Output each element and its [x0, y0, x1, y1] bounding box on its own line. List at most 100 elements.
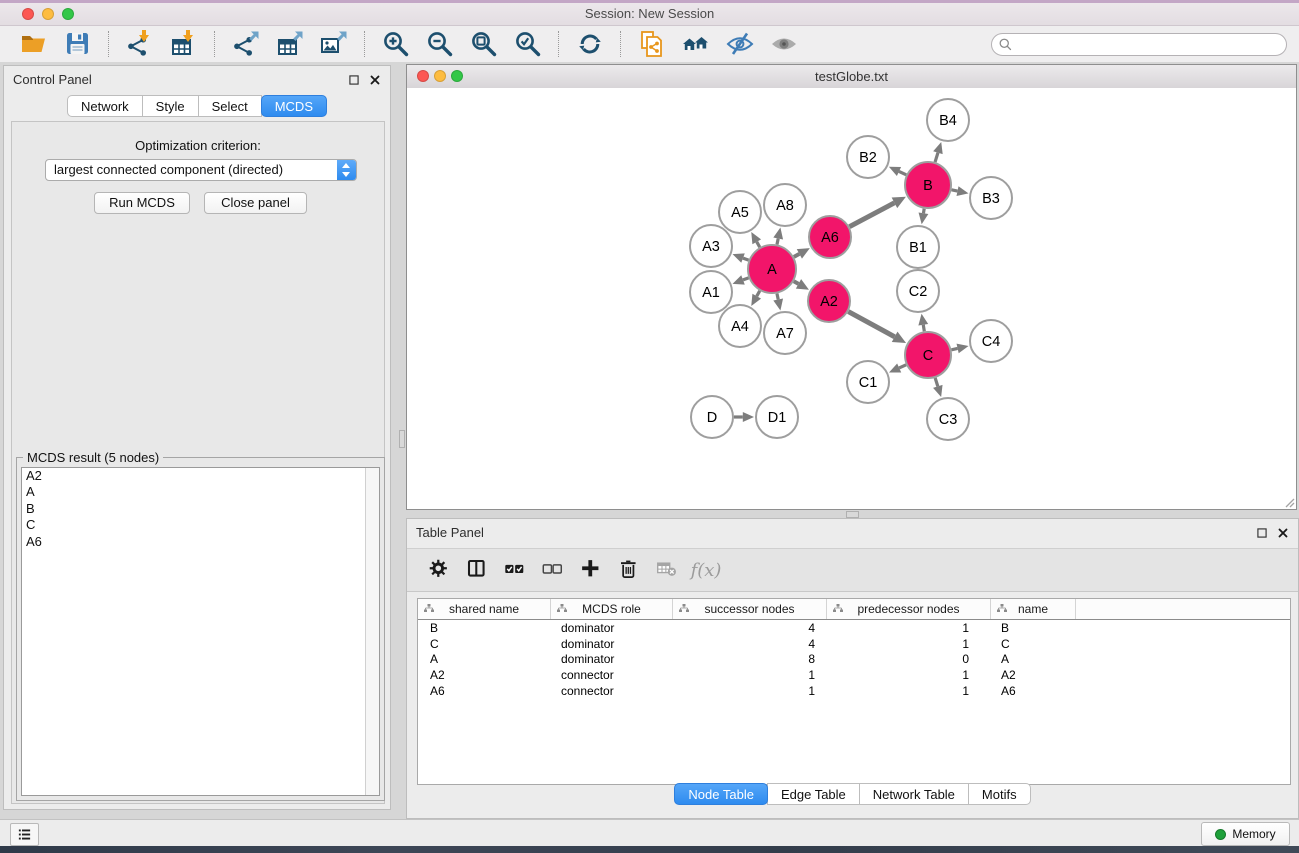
column-header-predecessor-nodes[interactable]: predecessor nodes	[827, 599, 991, 619]
zoom-out-icon[interactable]	[424, 29, 456, 59]
mcds-result-item[interactable]: A2	[22, 468, 379, 484]
hide-graphics-details-icon[interactable]	[724, 29, 756, 59]
graph-edge-B-B3[interactable]	[952, 190, 958, 191]
deselect-all-icon[interactable]	[541, 557, 567, 583]
refresh-layout-icon[interactable]	[574, 29, 606, 59]
graph-edge-B-B1[interactable]	[923, 209, 924, 214]
graph-edge-A-A8[interactable]	[777, 239, 778, 245]
close-table-panel-icon[interactable]	[1276, 526, 1290, 540]
network-overview-icon[interactable]	[680, 29, 712, 59]
export-image-icon[interactable]	[318, 29, 350, 59]
tab-style[interactable]: Style	[142, 95, 199, 117]
zoom-in-icon[interactable]	[380, 29, 412, 59]
graph-edge-A2-C[interactable]	[848, 312, 894, 337]
select-stepper-icon	[337, 160, 356, 180]
columns-icon[interactable]	[465, 557, 491, 583]
mcds-result-list[interactable]: A2ABCA6	[21, 467, 380, 796]
network-window-titlebar: testGlobe.txt	[407, 65, 1296, 89]
zoom-fit-icon[interactable]	[468, 29, 500, 59]
table-cell: 0	[827, 652, 991, 666]
tab-network-table[interactable]: Network Table	[859, 783, 969, 805]
tab-motifs[interactable]: Motifs	[968, 783, 1031, 805]
graph-edge-B-B4[interactable]	[935, 153, 938, 162]
tab-select[interactable]: Select	[198, 95, 262, 117]
run-mcds-button[interactable]: Run MCDS	[94, 192, 190, 214]
zoom-selected-icon[interactable]	[512, 29, 544, 59]
graph-edge-arrowhead	[773, 298, 783, 310]
graph-edge-C-C1[interactable]	[899, 365, 906, 368]
save-session-icon[interactable]	[62, 29, 94, 59]
node-table[interactable]: shared name MCDS role successor nodesprede…	[417, 598, 1291, 785]
column-label: MCDS role	[582, 602, 641, 616]
column-header-shared-name[interactable]: shared name	[418, 599, 551, 619]
toolbar-separator	[214, 31, 216, 57]
import-table-icon[interactable]	[168, 29, 200, 59]
graph-edge-C-C4[interactable]	[951, 348, 957, 349]
table-row[interactable]: Adominator80A	[418, 652, 1290, 668]
export-network-icon[interactable]	[230, 29, 262, 59]
graph-edge-A-A2[interactable]	[794, 281, 799, 284]
select-all-icon[interactable]	[503, 557, 529, 583]
resize-corner-icon[interactable]	[1283, 496, 1295, 508]
graph-edge-A-A6[interactable]	[794, 254, 799, 257]
column-header-mcds-role[interactable]: MCDS role	[551, 599, 673, 619]
graph-node-label: A5	[731, 205, 749, 221]
export-table-icon[interactable]	[274, 29, 306, 59]
table-cell: 4	[673, 621, 827, 635]
horizontal-splitter-handle[interactable]	[846, 511, 859, 518]
search-input[interactable]	[991, 33, 1287, 56]
criterion-select[interactable]: largest connected component (directed)	[45, 159, 357, 181]
column-header-name[interactable]: name	[991, 599, 1076, 619]
graph-edge-A-A7[interactable]	[777, 293, 778, 299]
table-cell: 1	[827, 668, 991, 682]
mcds-result-item[interactable]: A6	[22, 534, 379, 550]
gear-icon[interactable]	[427, 557, 453, 583]
tab-node-table[interactable]: Node Table	[674, 783, 768, 805]
table-row[interactable]: Cdominator41C	[418, 636, 1290, 652]
table-cell: A	[418, 652, 551, 666]
table-row[interactable]: Bdominator41B	[418, 620, 1290, 636]
tab-network[interactable]: Network	[67, 95, 143, 117]
graph-edge-A-A4[interactable]	[757, 291, 760, 296]
tab-edge-table[interactable]: Edge Table	[767, 783, 860, 805]
table-row[interactable]: A2connector11A2	[418, 667, 1290, 683]
graph-edge-A-A5[interactable]	[757, 242, 760, 247]
graph-edge-B-B2[interactable]	[899, 171, 906, 174]
app-title: Session: New Session	[0, 6, 1299, 21]
float-table-panel-icon[interactable]	[1255, 526, 1269, 540]
import-network-icon[interactable]	[124, 29, 156, 59]
graph-edge-A-A1[interactable]	[743, 278, 749, 280]
toolbar-separator	[558, 31, 560, 57]
workspace: Control Panel NetworkStyleSelectMCDS Opt…	[0, 62, 1299, 819]
close-panel-button[interactable]: Close panel	[204, 192, 307, 214]
add-column-icon[interactable]	[579, 557, 605, 583]
mcds-result-item[interactable]: B	[22, 501, 379, 517]
vertical-splitter-handle[interactable]	[399, 430, 405, 448]
table-row[interactable]: A6connector11A6	[418, 683, 1290, 699]
graph-node-label: C1	[859, 375, 878, 391]
result-scrollbar[interactable]	[365, 468, 379, 795]
delete-column-icon[interactable]	[617, 557, 643, 583]
open-session-icon[interactable]	[18, 29, 50, 59]
float-panel-icon[interactable]	[347, 73, 361, 87]
column-header-successor-nodes[interactable]: successor nodes	[673, 599, 827, 619]
graph-edge-C-C3[interactable]	[935, 378, 938, 386]
mcds-result-item[interactable]: C	[22, 517, 379, 533]
desktop-background	[0, 846, 1299, 853]
network-canvas[interactable]: B4B2BB3A8A5A6A3B1AA1C2A2A4A7C4CC1C3DD1	[407, 88, 1296, 509]
mcds-result-item[interactable]: A	[22, 484, 379, 500]
graph-edge-A-A3[interactable]	[743, 258, 749, 260]
memory-button[interactable]: Memory	[1201, 822, 1290, 846]
graph-node-label: B3	[982, 191, 1000, 207]
function-builder-icon: f(x)	[693, 557, 719, 583]
graph-edge-A6-B[interactable]	[849, 203, 894, 227]
graph-edge-arrowhead	[957, 186, 969, 196]
tab-mcds[interactable]: MCDS	[261, 95, 327, 117]
table-cell: A	[991, 652, 1076, 666]
close-panel-icon[interactable]	[368, 73, 382, 87]
duplicate-network-icon[interactable]	[636, 29, 668, 59]
network-window: testGlobe.txt B4B2BB3A8A5A6A3B1AA1C2A2A4…	[406, 64, 1297, 510]
graph-edge-C-C2[interactable]	[923, 325, 924, 331]
task-history-button[interactable]	[10, 823, 39, 846]
memory-status-icon	[1215, 829, 1226, 840]
